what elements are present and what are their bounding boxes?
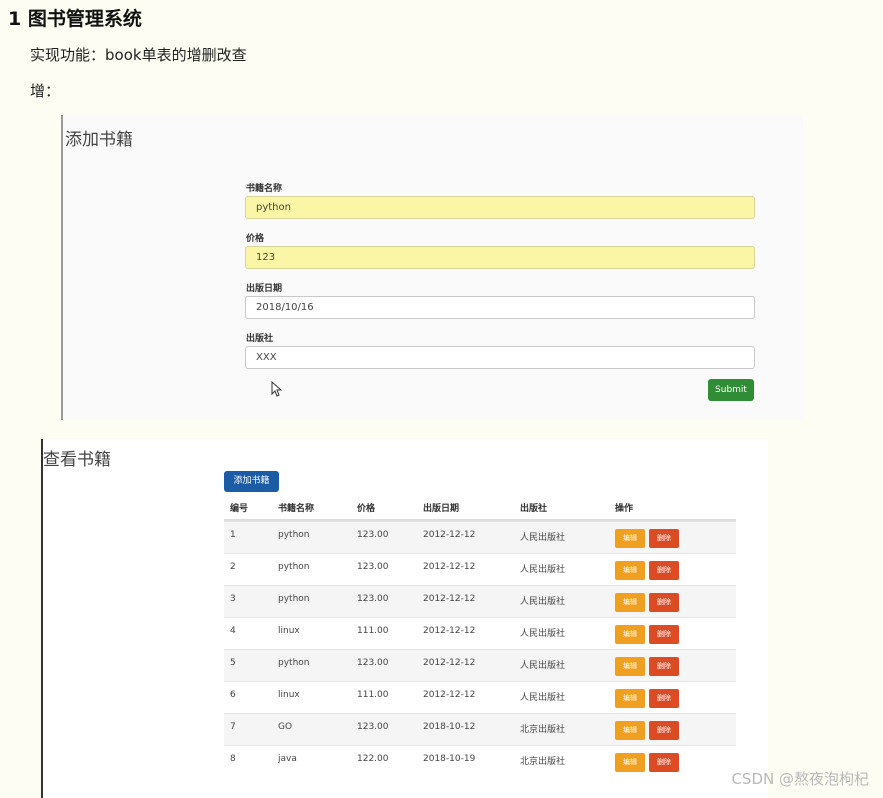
cell-name: java: [278, 754, 297, 764]
cell-date: 2012-12-12: [423, 626, 476, 636]
delete-button[interactable]: 删除: [649, 625, 679, 644]
delete-button[interactable]: 删除: [649, 529, 679, 548]
add-book-title: 添加书籍: [65, 130, 133, 150]
cell-id: 1: [230, 530, 236, 540]
table-header: 编号 书籍名称 价格 出版日期 出版社 操作: [224, 495, 736, 521]
cell-id: 8: [230, 754, 236, 764]
book-list-screenshot: 查看书籍 添加书籍 编号 书籍名称 价格 出版日期 出版社 操作 1 python…: [41, 439, 768, 798]
cell-date: 2012-12-12: [423, 562, 476, 572]
book-table: 编号 书籍名称 价格 出版日期 出版社 操作 1 python 123.00 2012…: [224, 495, 736, 777]
cell-name: GO: [278, 722, 293, 732]
table-row: 3 python 123.00 2012-12-12 人民出版社 编辑 删除: [224, 585, 736, 617]
book-list-title: 查看书籍: [43, 450, 111, 470]
table-row: 1 python 123.00 2012-12-12 人民出版社 编辑 删除: [224, 521, 736, 553]
cell-publisher: 人民出版社: [520, 661, 566, 671]
cell-id: 3: [230, 594, 236, 604]
cell-id: 5: [230, 658, 236, 668]
col-header-name: 书籍名称: [278, 504, 315, 514]
book-name-input[interactable]: python: [245, 196, 755, 219]
cell-price: 111.00: [357, 690, 389, 700]
edit-button[interactable]: 编辑: [615, 625, 645, 644]
delete-button[interactable]: 删除: [649, 657, 679, 676]
cell-price: 123.00: [357, 658, 389, 668]
cell-price: 111.00: [357, 626, 389, 636]
book-name-label: 书籍名称: [246, 184, 283, 194]
cell-id: 7: [230, 722, 236, 732]
edit-button[interactable]: 编辑: [615, 689, 645, 708]
cell-name: python: [278, 658, 310, 668]
publisher-label: 出版社: [246, 334, 274, 344]
delete-button[interactable]: 删除: [649, 561, 679, 580]
price-label: 价格: [246, 234, 265, 244]
table-body: 1 python 123.00 2012-12-12 人民出版社 编辑 删除 2 python 1…: [224, 521, 736, 777]
submit-button[interactable]: Submit: [708, 379, 754, 401]
cell-id: 2: [230, 562, 236, 572]
cell-date: 2012-12-12: [423, 530, 476, 540]
cell-name: python: [278, 594, 310, 604]
mouse-cursor-icon: [271, 381, 283, 397]
edit-button[interactable]: 编辑: [615, 657, 645, 676]
cell-name: python: [278, 562, 310, 572]
cell-publisher: 人民出版社: [520, 629, 566, 639]
table-row: 2 python 123.00 2012-12-12 人民出版社 编辑 删除: [224, 553, 736, 585]
delete-button[interactable]: 删除: [649, 721, 679, 740]
cell-price: 123.00: [357, 722, 389, 732]
add-book-button[interactable]: 添加书籍: [224, 471, 279, 492]
table-row: 6 linux 111.00 2012-12-12 人民出版社 编辑 删除: [224, 681, 736, 713]
cell-publisher: 人民出版社: [520, 693, 566, 703]
publisher-input[interactable]: XXX: [245, 346, 755, 369]
table-row: 8 java 122.00 2018-10-19 北京出版社 编辑 删除: [224, 745, 736, 777]
cell-name: linux: [278, 690, 300, 700]
col-header-actions: 操作: [615, 504, 634, 514]
col-header-id: 编号: [230, 504, 249, 514]
page-heading: 1 图书管理系统: [8, 8, 142, 30]
cell-date: 2012-12-12: [423, 690, 476, 700]
add-book-screenshot: 添加书籍 书籍名称 python 价格 123 出版日期 2018/10/16 …: [61, 115, 803, 420]
cell-date: 2012-12-12: [423, 594, 476, 604]
edit-button[interactable]: 编辑: [615, 529, 645, 548]
cell-price: 123.00: [357, 594, 389, 604]
delete-button[interactable]: 删除: [649, 689, 679, 708]
col-header-date: 出版日期: [423, 504, 460, 514]
table-row: 7 GO 123.00 2018-10-12 北京出版社 编辑 删除: [224, 713, 736, 745]
cell-publisher: 人民出版社: [520, 597, 566, 607]
cell-publisher: 北京出版社: [520, 757, 566, 767]
csdn-watermark: CSDN @熬夜泡枸杞: [731, 770, 869, 788]
edit-button[interactable]: 编辑: [615, 593, 645, 612]
cell-publisher: 人民出版社: [520, 565, 566, 575]
cell-name: python: [278, 530, 310, 540]
delete-button[interactable]: 删除: [649, 593, 679, 612]
col-header-publisher: 出版社: [520, 504, 548, 514]
cell-publisher: 人民出版社: [520, 533, 566, 543]
price-input[interactable]: 123: [245, 246, 755, 269]
intro-text: 实现功能：book单表的增删改查: [30, 46, 247, 64]
cell-id: 6: [230, 690, 236, 700]
delete-button[interactable]: 删除: [649, 753, 679, 772]
cell-price: 123.00: [357, 530, 389, 540]
col-header-price: 价格: [357, 504, 376, 514]
edit-button[interactable]: 编辑: [615, 721, 645, 740]
cell-price: 122.00: [357, 754, 389, 764]
cell-date: 2018-10-19: [423, 754, 476, 764]
add-section-label: 增：: [30, 82, 61, 100]
cell-price: 123.00: [357, 562, 389, 572]
cell-publisher: 北京出版社: [520, 725, 566, 735]
table-row: 5 python 123.00 2012-12-12 人民出版社 编辑 删除: [224, 649, 736, 681]
table-row: 4 linux 111.00 2012-12-12 人民出版社 编辑 删除: [224, 617, 736, 649]
cell-date: 2012-12-12: [423, 658, 476, 668]
publish-date-label: 出版日期: [246, 284, 283, 294]
cell-name: linux: [278, 626, 300, 636]
cell-date: 2018-10-12: [423, 722, 476, 732]
publish-date-input[interactable]: 2018/10/16: [245, 296, 755, 319]
edit-button[interactable]: 编辑: [615, 753, 645, 772]
cell-id: 4: [230, 626, 236, 636]
edit-button[interactable]: 编辑: [615, 561, 645, 580]
